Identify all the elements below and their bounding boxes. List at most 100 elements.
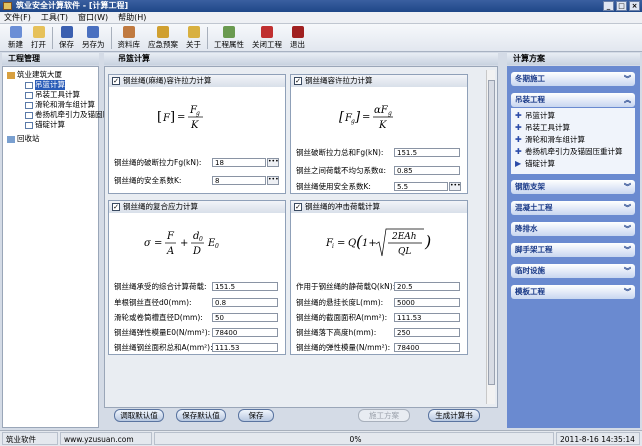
- category-label: 临时设施: [515, 266, 545, 275]
- scheme-category[interactable]: 临时设施 ︾: [511, 264, 635, 278]
- value-input[interactable]: 151.5: [212, 282, 278, 291]
- maximize-button[interactable]: □: [616, 1, 627, 11]
- menu-item-3[interactable]: 帮助(H): [118, 12, 146, 23]
- minimize-button[interactable]: _: [603, 1, 614, 11]
- tree-item[interactable]: 吊篮计算: [25, 80, 65, 90]
- scheme-item[interactable]: ✚ 滑轮和滑车组计算: [515, 135, 585, 145]
- action-button-1[interactable]: 保存默认值: [176, 409, 226, 422]
- scheme-item-label: 锚碇计算: [525, 159, 555, 168]
- tree-item[interactable]: 锚碇计算: [25, 120, 65, 130]
- action-button-4[interactable]: 生成计算书: [428, 409, 480, 422]
- value-input[interactable]: 111.53: [394, 313, 460, 322]
- svg-text:[: [: [157, 110, 162, 125]
- title-bar: 筑业安全计算软件 - [计算工程] _ □ ×: [0, 0, 642, 12]
- section-checkbox[interactable]: ✓: [112, 77, 120, 85]
- browse-button[interactable]: •••: [267, 176, 279, 185]
- document-icon: [25, 91, 33, 99]
- browse-button[interactable]: •••: [267, 158, 279, 167]
- formula-image: [ F g ] = αF g K: [339, 105, 393, 131]
- app-icon: [3, 2, 12, 10]
- scheme-item[interactable]: ✚ 吊篮计算: [515, 111, 555, 121]
- value-input[interactable]: 5000: [394, 298, 460, 307]
- field-label: 作用于钢丝绳的静荷载Q(kN):: [296, 282, 396, 291]
- toolbar-button-7[interactable]: 工程属性: [210, 24, 248, 52]
- svg-text:=: =: [337, 238, 345, 249]
- value-input[interactable]: 0.85: [394, 166, 460, 175]
- plus-icon: ✚: [515, 135, 522, 144]
- value-input[interactable]: 250: [394, 328, 460, 337]
- toolbar-button-9[interactable]: 退出: [286, 24, 309, 52]
- scheme-category[interactable]: 混凝土工程 ︾: [511, 201, 635, 215]
- svg-text:αF: αF: [374, 105, 389, 116]
- value-input[interactable]: 0.8: [212, 298, 278, 307]
- menu-item-1[interactable]: 工具(T): [41, 12, 68, 23]
- close-project-icon: [261, 26, 273, 38]
- tree-item[interactable]: 滑轮和滑车组计算: [25, 100, 95, 110]
- toolbar-button-1[interactable]: 打开: [27, 24, 50, 52]
- value-input[interactable]: 78400: [212, 328, 278, 337]
- svg-text:2EAh: 2EAh: [391, 232, 417, 242]
- svg-text:+: +: [180, 238, 188, 249]
- action-button-2[interactable]: 保存: [238, 409, 274, 422]
- arrow-right-icon: ▶: [515, 159, 522, 168]
- svg-text:D: D: [192, 246, 201, 257]
- scheme-category[interactable]: 钢筋支架 ︾: [511, 180, 635, 194]
- value-input[interactable]: 151.5: [394, 148, 460, 157]
- svg-text:K: K: [190, 120, 199, 131]
- value-input[interactable]: 5.5: [394, 182, 448, 191]
- scheme-category[interactable]: 冬期施工 ︾: [511, 72, 635, 86]
- field-label: 钢丝绳的弹性模量(N/mm²):: [296, 343, 391, 352]
- formula-image: σ = F A + d 0 D E 0: [144, 231, 219, 257]
- status-company: 筑业软件: [2, 432, 58, 445]
- menu-item-2[interactable]: 窗口(W): [78, 12, 108, 23]
- status-datetime: 2011-8-16 14:35:14: [556, 432, 640, 445]
- menu-item-0[interactable]: 文件(F): [4, 12, 31, 23]
- toolbar-button-8[interactable]: 关闭工程: [248, 24, 286, 52]
- tree-item[interactable]: 吊装工具计算: [25, 90, 80, 100]
- tree-item-label: 锚碇计算: [35, 120, 65, 129]
- toolbar-button-5[interactable]: 应急预案: [144, 24, 182, 52]
- database-icon: [122, 26, 135, 38]
- tree-item[interactable]: 回收站: [7, 134, 40, 144]
- value-input[interactable]: 8: [212, 176, 266, 185]
- window-title: 筑业安全计算软件 - [计算工程]: [16, 1, 129, 10]
- action-button-3[interactable]: 施工方案: [358, 409, 410, 422]
- scheme-category[interactable]: 模板工程 ︾: [511, 285, 635, 299]
- section-title: 钢丝绳(麻绳)容许拉力计算: [109, 75, 285, 87]
- plus-icon: ✚: [515, 123, 522, 132]
- section-checkbox[interactable]: ✓: [294, 77, 302, 85]
- chevron-down-icon: ︾: [624, 204, 631, 212]
- toolbar-button-0[interactable]: 新建: [4, 24, 27, 52]
- scheme-item[interactable]: ✚ 卷扬机牵引力及锚固压重计算: [515, 147, 623, 157]
- toolbar-button-4[interactable]: 资料库: [114, 24, 145, 52]
- scheme-category[interactable]: 吊装工程 ︽: [511, 93, 635, 107]
- value-input[interactable]: 78400: [394, 343, 460, 352]
- category-label: 混凝土工程: [515, 203, 553, 212]
- form-vertical-scrollbar[interactable]: [486, 70, 495, 404]
- section-checkbox[interactable]: ✓: [112, 203, 120, 211]
- toolbar-button-2[interactable]: 保存: [55, 24, 78, 52]
- section-title: 钢丝绳的复合应力计算: [109, 201, 285, 213]
- value-input[interactable]: 111.53: [212, 343, 278, 352]
- svg-text:]: ]: [354, 110, 361, 125]
- browse-button[interactable]: •••: [449, 182, 461, 191]
- action-button-0[interactable]: 调取默认值: [114, 409, 164, 422]
- section-checkbox[interactable]: ✓: [294, 203, 302, 211]
- value-input[interactable]: 18: [212, 158, 266, 167]
- tree-item[interactable]: 筑业建筑大厦: [7, 70, 62, 80]
- scheme-item[interactable]: ✚ 吊装工具计算: [515, 123, 570, 133]
- toolbar-button-6[interactable]: 关于: [182, 24, 205, 52]
- scheme-category[interactable]: 脚手架工程 ︾: [511, 243, 635, 257]
- value-input[interactable]: 20.5: [394, 282, 460, 291]
- chevron-down-icon: ︾: [624, 225, 631, 233]
- close-window-button[interactable]: ×: [629, 1, 640, 11]
- category-label: 吊装工程: [515, 95, 545, 104]
- toolbar-button-label: 关于: [186, 40, 201, 49]
- project-folder-icon: [7, 71, 15, 79]
- scheme-item[interactable]: ▶ 锚碇计算: [515, 159, 555, 169]
- formula-image: F i = Q ( 1+ 2EAh QL ): [325, 228, 431, 257]
- scheme-category[interactable]: 降排水 ︾: [511, 222, 635, 236]
- toolbar-button-3[interactable]: 另存为: [78, 24, 109, 52]
- scrollbar-thumb[interactable]: [488, 80, 495, 385]
- value-input[interactable]: 50: [212, 313, 278, 322]
